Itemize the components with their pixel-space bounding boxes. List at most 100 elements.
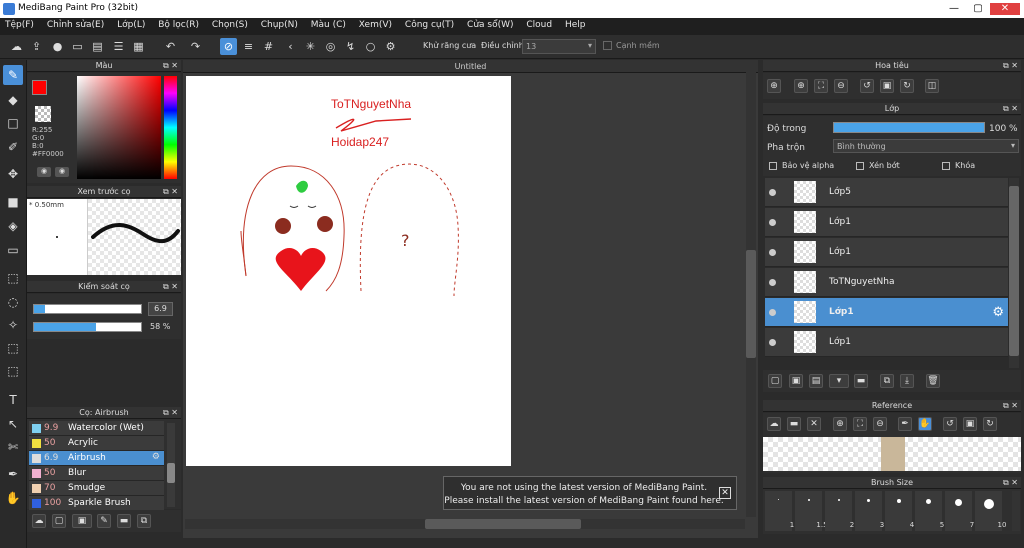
cloud-icon[interactable]: ☁	[8, 38, 25, 55]
brush-size-option[interactable]: 1	[765, 491, 794, 531]
delete-layer-icon[interactable]: 🗑	[926, 374, 940, 388]
canvas-hscrollbar[interactable]	[185, 519, 745, 529]
brush-cloud-icon[interactable]: ☁	[32, 514, 46, 528]
operation-tool-icon[interactable]: ↖	[3, 414, 23, 434]
eye-icon[interactable]	[769, 309, 776, 316]
menu-view[interactable]: Xem(V)	[354, 18, 397, 30]
gear-icon[interactable]: ⚙	[152, 452, 160, 462]
hue-slider[interactable]	[164, 76, 177, 179]
menu-snap[interactable]: Chụp(N)	[256, 18, 303, 30]
brush-opacity-slider[interactable]	[33, 322, 142, 332]
divide-tool-icon[interactable]: ✄	[3, 437, 23, 457]
eye-icon[interactable]	[769, 249, 776, 256]
panel-close-icon[interactable]: ⧉ ✕	[1003, 477, 1018, 489]
vanishing-snap-icon[interactable]: ‹	[282, 38, 299, 55]
brush-list-scrollbar[interactable]	[167, 423, 175, 507]
canvas-vscrollbar[interactable]	[746, 72, 756, 517]
panel-close-icon[interactable]: ⧉ ✕	[163, 407, 178, 419]
menu-file[interactable]: Tệp(F)	[0, 18, 39, 30]
menu-tools[interactable]: Công cụ(T)	[400, 18, 459, 30]
menu-layer[interactable]: Lớp(L)	[112, 18, 150, 30]
layer-row[interactable]: Lớp5	[765, 178, 1008, 207]
ref-close-icon[interactable]: ✕	[807, 417, 821, 431]
notice-line-2[interactable]: Please install the latest version of Med…	[444, 496, 724, 506]
brush-list-item[interactable]: 9.9 Watercolor (Wet)	[29, 421, 164, 436]
parallel-snap-icon[interactable]: ≡	[240, 38, 257, 55]
brush-tool-icon[interactable]: ✎	[3, 65, 23, 85]
select-tool-icon[interactable]: ⬚	[3, 268, 23, 288]
brush-size-option[interactable]: 7	[945, 491, 974, 531]
brush-duplicate-icon[interactable]: ⧉	[137, 514, 151, 528]
reference-canvas[interactable]	[763, 437, 1021, 471]
brush-list-item[interactable]: 50 Acrylic	[29, 436, 164, 451]
page-icon[interactable]: ▤	[89, 38, 106, 55]
close-button[interactable]: ✕	[990, 3, 1020, 15]
ref-reset-icon[interactable]: ▣	[963, 417, 977, 431]
select-pen-tool-icon[interactable]: ⬚	[3, 338, 23, 358]
rotate-left-icon[interactable]: ↺	[860, 79, 874, 93]
ref-zoom-in-icon[interactable]: ⊕	[833, 417, 847, 431]
menu-filter[interactable]: Bộ lọc(R)	[153, 18, 204, 30]
rect-tool-icon[interactable]: □	[3, 113, 23, 133]
move-tool-icon[interactable]: ✥	[3, 164, 23, 184]
fit-icon[interactable]: ⛶	[814, 79, 828, 93]
brush-list-item[interactable]: 70 Smudge	[29, 481, 164, 496]
saturation-picker[interactable]	[77, 76, 161, 179]
brush-size-option[interactable]: 10	[975, 491, 1006, 531]
layer-row[interactable]: ToTNguyetNha	[765, 268, 1008, 297]
ref-rotate-right-icon[interactable]: ↻	[983, 417, 997, 431]
menu-color[interactable]: Màu (C)	[306, 18, 351, 30]
panel-close-icon[interactable]: ⧉ ✕	[1003, 103, 1018, 115]
panel-close-icon[interactable]: ⧉ ✕	[1003, 60, 1018, 72]
adjust-select[interactable]: 13 ▾	[522, 39, 596, 54]
rotate-reset-icon[interactable]: ▣	[880, 79, 894, 93]
brush-size-option[interactable]: 1.5	[795, 491, 828, 531]
canvas-vscroll-thumb[interactable]	[746, 250, 756, 358]
layer-row[interactable]: Lớp1 ⚙	[765, 298, 1008, 327]
primary-color-swatch[interactable]	[32, 80, 47, 95]
menu-help[interactable]: Help	[560, 18, 591, 30]
brush-add-icon[interactable]: ▣	[72, 514, 92, 528]
circle-snap-icon[interactable]: ◎	[322, 38, 339, 55]
settings-snap-icon[interactable]: ⚙	[382, 38, 399, 55]
brush-size-option[interactable]: 4	[885, 491, 914, 531]
lock-checkbox[interactable]	[942, 162, 950, 170]
eyedropper-tool-icon[interactable]: ✒	[3, 464, 23, 484]
panel-close-icon[interactable]: ⧉ ✕	[163, 186, 178, 198]
brush-list-scroll-thumb[interactable]	[167, 463, 175, 483]
clipping-checkbox[interactable]	[856, 162, 864, 170]
eye-icon[interactable]	[769, 189, 776, 196]
hand-tool-icon[interactable]: ✋	[3, 488, 23, 508]
ref-rotate-left-icon[interactable]: ↺	[943, 417, 957, 431]
bucket-tool-icon[interactable]: ◈	[3, 216, 23, 236]
canvas-hscroll-thumb[interactable]	[425, 519, 581, 529]
duplicate-layer-icon[interactable]: ⧉	[880, 374, 894, 388]
palette-add-icon[interactable]: ◉	[37, 167, 51, 177]
brush-size-option[interactable]: 3	[855, 491, 884, 531]
layer-row[interactable]: Lớp1	[765, 208, 1008, 237]
brush-folder-icon[interactable]: ▬	[117, 514, 131, 528]
menu-select[interactable]: Chọn(S)	[207, 18, 253, 30]
redo-icon[interactable]: ↷	[187, 38, 204, 55]
merge-layer-icon[interactable]: ⤓	[900, 374, 914, 388]
list-icon[interactable]: ☰	[110, 38, 127, 55]
brush-size-scrollbar[interactable]	[1012, 491, 1020, 531]
panel-close-icon[interactable]: ⧉ ✕	[163, 281, 178, 293]
lasso-tool-icon[interactable]: ◌	[3, 292, 23, 312]
blend-select[interactable]: Bình thường ▾	[833, 139, 1019, 153]
magic-wand-tool-icon[interactable]: ✧	[3, 315, 23, 335]
flip-icon[interactable]: ◫	[925, 79, 939, 93]
maximize-button[interactable]: ▢	[966, 3, 990, 15]
layer-scrollbar[interactable]	[1009, 178, 1019, 368]
undo-icon[interactable]: ↶	[162, 38, 179, 55]
menu-cloud[interactable]: Cloud	[521, 18, 557, 30]
grid-icon[interactable]: ▦	[130, 38, 147, 55]
new-halftone-layer-icon[interactable]: ▣	[789, 374, 803, 388]
curve-snap-icon[interactable]: ↯	[342, 38, 359, 55]
eye-icon[interactable]	[769, 339, 776, 346]
gear-icon[interactable]: ⚙	[992, 305, 1004, 320]
ref-eyedropper-icon[interactable]: ✒	[898, 417, 912, 431]
select-eraser-tool-icon[interactable]: ⬚	[3, 361, 23, 381]
cross-snap-icon[interactable]: #	[260, 38, 277, 55]
pen-tool-icon[interactable]: ✐	[3, 137, 23, 157]
